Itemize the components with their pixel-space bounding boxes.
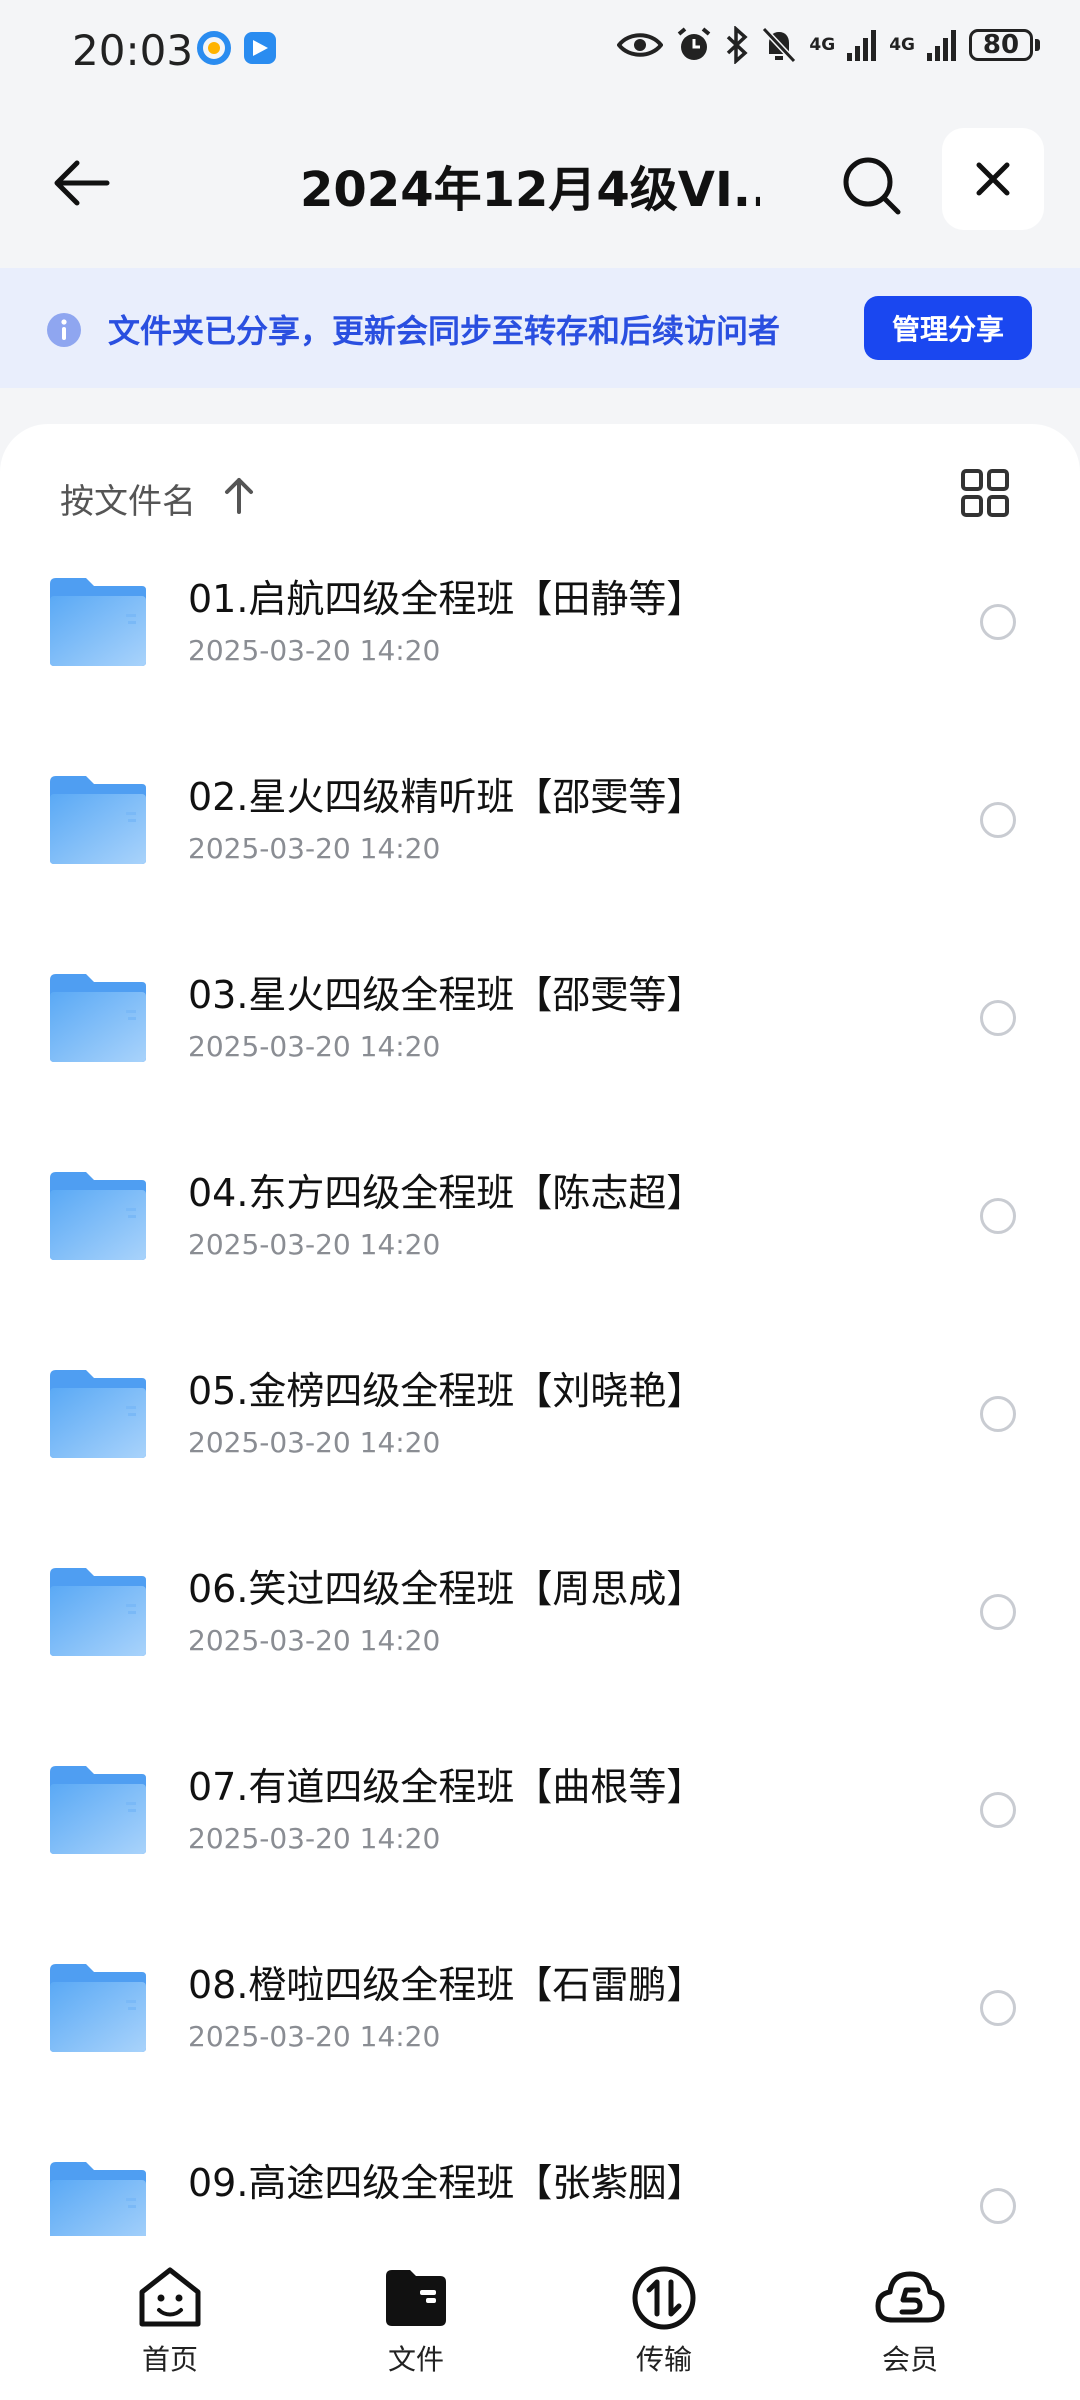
close-button[interactable] <box>942 128 1044 230</box>
file-date: 2025-03-20 14:20 <box>188 1030 441 1063</box>
file-name: 01.启航四级全程班【田静等】 <box>188 577 705 621</box>
grid-view-icon[interactable] <box>960 468 1010 518</box>
folder-icon <box>50 974 146 1062</box>
signal-icon-1 <box>847 30 877 61</box>
file-name: 08.橙啦四级全程班【石雷鹏】 <box>188 1963 705 2007</box>
network-label-2: 4G <box>889 35 915 55</box>
file-name: 03.星火四级全程班【邵雯等】 <box>188 973 705 1017</box>
battery-level: 80 <box>969 29 1033 61</box>
select-radio[interactable] <box>980 1594 1016 1630</box>
file-date: 2025-03-20 14:20 <box>188 634 441 667</box>
nav-transfer-label: 传输 <box>635 2343 692 2376</box>
share-banner: 文件夹已分享，更新会同步至转存和后续访问者 管理分享 <box>0 268 1080 388</box>
file-name: 07.有道四级全程班【曲根等】 <box>188 1765 705 1809</box>
status-bar: 20:03 4G 4G 80 <box>0 0 1080 100</box>
info-icon <box>47 313 81 347</box>
file-list-panel: 按文件名 01.启航四级全程班【田静等】 2025-03-20 14:20 02.星… <box>0 424 1080 2400</box>
folder-icon <box>50 1964 146 2052</box>
file-row[interactable]: 05.金榜四级全程班【刘晓艳】 2025-03-20 14:20 <box>0 1346 1080 1544</box>
file-name: 06.笑过四级全程班【周思成】 <box>188 1567 705 1611</box>
file-row[interactable]: 06.笑过四级全程班【周思成】 2025-03-20 14:20 <box>0 1544 1080 1742</box>
folder-icon <box>50 1568 146 1656</box>
select-radio[interactable] <box>980 802 1016 838</box>
nav-vip-label: 会员 <box>881 2343 938 2376</box>
select-radio[interactable] <box>980 1792 1016 1828</box>
file-date: 2025-03-20 14:20 <box>188 1624 441 1657</box>
file-row[interactable]: 08.橙啦四级全程班【石雷鹏】 2025-03-20 14:20 <box>0 1940 1080 2138</box>
select-radio[interactable] <box>980 1000 1016 1036</box>
network-label-1: 4G <box>809 35 836 55</box>
nav-home-label: 首页 <box>141 2343 198 2376</box>
nav-files[interactable]: 文件 <box>346 2262 486 2382</box>
folder-icon <box>50 1766 146 1854</box>
select-radio[interactable] <box>980 604 1016 640</box>
sort-by-name-button[interactable]: 按文件名 <box>60 474 196 523</box>
folder-icon <box>386 2270 446 2326</box>
share-banner-text: 文件夹已分享，更新会同步至转存和后续访问者 <box>108 312 781 350</box>
file-row[interactable]: 04.东方四级全程班【陈志超】 2025-03-20 14:20 <box>0 1148 1080 1346</box>
battery-tip <box>1035 39 1040 51</box>
alarm-icon <box>678 27 711 60</box>
nav-vip[interactable]: 会员 <box>840 2262 980 2382</box>
select-radio[interactable] <box>980 1198 1016 1234</box>
file-name: 02.星火四级精听班【邵雯等】 <box>188 775 705 819</box>
folder-icon <box>50 1370 146 1458</box>
status-indicators: 4G 4G 80 <box>617 26 1040 64</box>
cloud-vip-icon <box>875 2271 945 2323</box>
qq-browser-icon <box>197 31 231 65</box>
select-radio[interactable] <box>980 2188 1016 2224</box>
file-row[interactable]: 07.有道四级全程班【曲根等】 2025-03-20 14:20 <box>0 1742 1080 1940</box>
file-name: 04.东方四级全程班【陈志超】 <box>188 1171 705 1215</box>
battery-indicator: 80 <box>969 29 1040 61</box>
arrow-left-icon <box>54 160 110 206</box>
file-date: 2025-03-20 14:20 <box>188 2020 441 2053</box>
transfer-icon <box>632 2266 696 2330</box>
search-button[interactable] <box>836 150 906 220</box>
status-app-icons <box>196 30 278 66</box>
file-date: 2025-03-20 14:20 <box>188 832 441 865</box>
page-title: 2024年12月4级VI... <box>300 162 760 218</box>
bluetooth-icon <box>727 26 748 64</box>
home-face-icon <box>139 2267 201 2327</box>
nav-home[interactable]: 首页 <box>100 2262 240 2382</box>
file-date: 2025-03-20 14:20 <box>188 1822 441 1855</box>
eye-icon <box>617 33 664 57</box>
select-radio[interactable] <box>980 1990 1016 2026</box>
back-button[interactable] <box>46 148 116 218</box>
file-row[interactable]: 01.启航四级全程班【田静等】 2025-03-20 14:20 <box>0 554 1080 752</box>
search-icon <box>843 157 901 215</box>
app-shortcut-icon <box>244 32 276 64</box>
folder-icon <box>50 776 146 864</box>
bottom-nav: 首页 文件 传输 会员 <box>0 2236 1080 2400</box>
folder-icon <box>50 578 146 666</box>
close-icon <box>976 162 1010 196</box>
file-name: 09.高途四级全程班【张紫胭】 <box>188 2161 705 2205</box>
nav-files-label: 文件 <box>387 2343 444 2376</box>
status-time: 20:03 <box>72 26 194 75</box>
manage-share-button[interactable]: 管理分享 <box>864 296 1032 360</box>
file-row[interactable]: 02.星火四级精听班【邵雯等】 2025-03-20 14:20 <box>0 752 1080 950</box>
select-radio[interactable] <box>980 1396 1016 1432</box>
file-date: 2025-03-20 14:20 <box>188 1426 441 1459</box>
file-name: 05.金榜四级全程班【刘晓艳】 <box>188 1369 705 1413</box>
mute-bell-icon <box>762 26 797 64</box>
file-date: 2025-03-20 14:20 <box>188 1228 441 1261</box>
sort-ascending-icon[interactable] <box>222 474 256 514</box>
file-row[interactable]: 03.星火四级全程班【邵雯等】 2025-03-20 14:20 <box>0 950 1080 1148</box>
nav-transfer[interactable]: 传输 <box>594 2262 734 2382</box>
signal-icon-2 <box>927 30 956 61</box>
folder-icon <box>50 1172 146 1260</box>
header: 2024年12月4级VI... <box>0 100 1080 268</box>
